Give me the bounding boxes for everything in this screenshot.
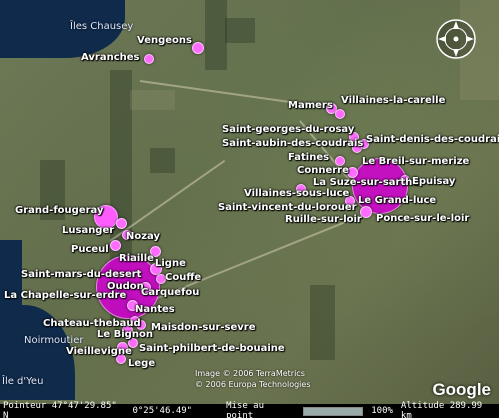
- city-label: Le Breil-sur-merize: [362, 156, 470, 167]
- imagery-tile: [150, 148, 175, 173]
- marker-vengeons[interactable]: [192, 42, 204, 54]
- city-label: Villaines-la-carelle: [341, 95, 446, 106]
- city-label: Chateau-thebaud: [43, 318, 141, 329]
- compass-icon[interactable]: [435, 18, 477, 60]
- altitude-readout: Altitude 289.99 km: [400, 401, 483, 418]
- city-label: Le Grand-luce: [358, 195, 437, 206]
- city-label: Saint-vincent-du-lorouer: [218, 202, 357, 213]
- marker-villaines-la-carelle[interactable]: [335, 109, 345, 119]
- city-label: Saint-aubin-des-coudrais: [222, 138, 364, 149]
- streaming-progress-fill: [303, 407, 363, 415]
- city-label: Nozay: [126, 231, 161, 242]
- city-label: Vengeons: [137, 35, 192, 46]
- imagery-tile: [205, 0, 227, 70]
- streaming-progress: [302, 406, 364, 416]
- pointer-longitude: 0°25'46.49": [132, 406, 193, 416]
- copyright-terrametrics: Image © 2006 TerraMetrics: [195, 369, 305, 378]
- copyright-notice: Image © 2006 TerraMetrics © 2006 Europa …: [195, 368, 311, 390]
- city-label: Vieillevigne: [66, 346, 132, 357]
- streaming-label: Mise au point: [226, 401, 265, 418]
- satellite-map[interactable]: Îles Chausey Noirmoutier Île d'Yeu Venge…: [0, 0, 499, 418]
- city-label: La Chapelle-sur-erdre: [4, 290, 127, 301]
- city-label: Lege: [128, 358, 156, 369]
- status-bar: Pointeur 47°47'29.85" N 0°25'46.49" Mise…: [0, 401, 499, 418]
- marker-avranches[interactable]: [144, 54, 154, 64]
- city-label: Carquefou: [141, 287, 200, 298]
- city-label: Saint-denis-des-coudrais: [366, 134, 499, 145]
- city-label: Fatines: [288, 152, 330, 163]
- sea-label-ile-d-yeu: Île d'Yeu: [2, 376, 44, 387]
- sea-label-iles-chausey: Îles Chausey: [70, 21, 134, 32]
- city-label: Saint-mars-du-desert: [21, 269, 142, 280]
- city-label: Mamers: [288, 100, 333, 111]
- streaming-value: 100%: [371, 406, 393, 416]
- google-logo: Google: [432, 380, 491, 399]
- city-label: Couffe: [165, 272, 202, 283]
- city-label: Villaines-sous-luce: [244, 188, 350, 199]
- city-label: Nantes: [135, 304, 175, 315]
- city-label: Riaille: [119, 253, 154, 264]
- city-label: Lusanger: [62, 225, 115, 236]
- copyright-europa: © 2006 Europa Technologies: [195, 380, 311, 389]
- city-label: Saint-philbert-de-bouaine: [139, 343, 285, 354]
- city-label: Ligne: [155, 258, 186, 269]
- imagery-tile: [310, 285, 335, 360]
- marker-lusanger[interactable]: [116, 218, 127, 229]
- city-label: Connerre: [297, 165, 349, 176]
- marker-puceul[interactable]: [110, 240, 121, 251]
- city-label: Ponce-sur-le-loir: [376, 213, 470, 224]
- city-label: Avranches: [81, 52, 140, 63]
- city-label: La Suze-sur-sarthe: [313, 177, 420, 188]
- city-label: Grand-fougeray: [15, 205, 104, 216]
- city-label: Saint-georges-du-rosay: [222, 124, 355, 135]
- city-label: Maisdon-sur-sevre: [151, 322, 256, 333]
- imagery-tile: [225, 18, 255, 43]
- city-label: Epuisay: [412, 176, 456, 187]
- city-label: Le Bignon: [97, 329, 153, 340]
- pointer-coordinates: Pointeur 47°47'29.85" N: [3, 401, 117, 418]
- city-label: Ruille-sur-loir: [285, 214, 362, 225]
- city-label: Puceul: [71, 244, 109, 255]
- imagery-tile: [130, 90, 175, 110]
- sea-label-noirmoutier: Noirmoutier: [24, 335, 84, 346]
